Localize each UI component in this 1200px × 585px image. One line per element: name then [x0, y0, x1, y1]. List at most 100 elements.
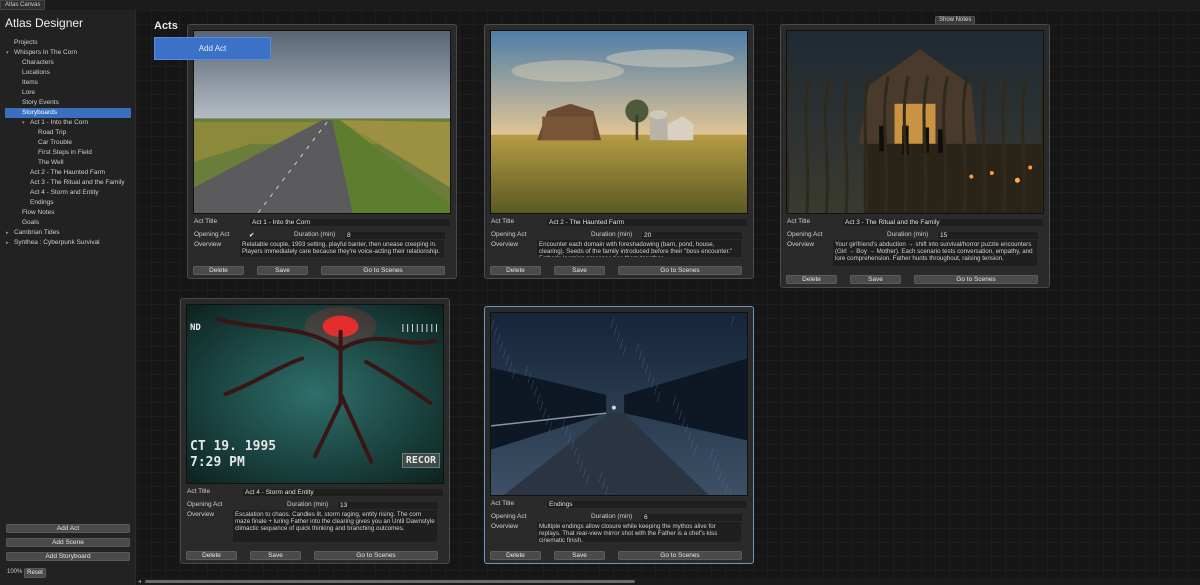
tree-item[interactable]: First Steps in Field [0, 148, 136, 158]
tree-item-label: Synthea : Cyberpunk Survival [14, 239, 100, 246]
go-to-scenes-button[interactable]: Go to Scenes [314, 551, 438, 560]
act-card[interactable]: Act Title Act 2 - The Haunted Farm Openi… [484, 24, 754, 279]
act-title-label: Act Title [194, 218, 218, 225]
duration-label: Duration (min) [294, 231, 336, 238]
overview-label: Overview [787, 241, 815, 248]
save-button[interactable]: Save [554, 551, 605, 560]
vhs-label-left: ND [190, 323, 201, 333]
tree-item[interactable]: Characters [0, 58, 136, 68]
act-title-input[interactable]: Endings [546, 500, 748, 509]
act-card[interactable]: Act Title Endings Opening Act Duration (… [484, 306, 754, 564]
tree-item[interactable]: ▸ Cambrian Tides [0, 228, 136, 238]
app-title: Atlas Designer [5, 16, 84, 30]
delete-button[interactable]: Delete [786, 275, 837, 284]
duration-label: Duration (min) [591, 513, 633, 520]
tree-item[interactable]: ▾ Act 1 - Into the Corn [0, 118, 136, 128]
act-card[interactable]: Act Title Act 3 - The Ritual and the Fam… [780, 24, 1050, 288]
zoom-level: 100% [7, 569, 23, 575]
tree-item[interactable]: Locations [0, 68, 136, 78]
overview-textarea[interactable]: Escalation to chaos. Candles lit, storm … [232, 509, 438, 543]
save-button[interactable]: Save [250, 551, 301, 560]
go-to-scenes-button[interactable]: Go to Scenes [618, 266, 742, 275]
tree-item[interactable]: Road Trip [0, 128, 136, 138]
act-title-label: Act Title [491, 218, 515, 225]
act-card[interactable]: Act Title Act 1 - Into the Corn Opening … [187, 24, 457, 279]
tree-item-label: Road Trip [38, 129, 67, 136]
window-tab[interactable]: Atlas Canvas [0, 0, 46, 10]
overview-textarea[interactable]: Encounter each domain with foreshadowing… [536, 239, 742, 258]
chevron-down-icon[interactable]: ▾ [22, 118, 25, 128]
acts-heading: Acts [154, 20, 178, 32]
act-title-input[interactable]: Act 2 - The Haunted Farm [546, 218, 748, 227]
tree-item-label: Car Trouble [38, 139, 72, 146]
overview-label: Overview [194, 241, 222, 248]
delete-button[interactable]: Delete [490, 266, 541, 275]
tree-item[interactable]: Goals [0, 218, 136, 228]
tree-item[interactable]: Act 3 - The Ritual and the Family [0, 178, 136, 188]
add-storyboard-button[interactable]: Add Storyboard [6, 552, 130, 561]
canvas-add-act-button[interactable]: Add Act [154, 37, 271, 60]
vhs-time: 7:29 PM [190, 455, 245, 470]
sidebar: Atlas Designer Projects ▾ Whispers In The … [0, 10, 136, 585]
tree-item-label: Act 1 - Into the Corn [30, 119, 89, 126]
delete-button[interactable]: Delete [186, 551, 237, 560]
save-button[interactable]: Save [257, 266, 308, 275]
act-title-label: Act Title [491, 500, 515, 507]
scrollbar-thumb[interactable] [145, 580, 635, 583]
tree-item-label: Goals [22, 219, 39, 226]
save-button[interactable]: Save [554, 266, 605, 275]
horizontal-scrollbar[interactable]: ◂ [137, 578, 1200, 585]
chevron-down-icon[interactable]: ▾ [6, 48, 9, 58]
delete-button[interactable]: Delete [193, 266, 244, 275]
opening-act-label: Opening Act [187, 501, 223, 508]
tree-item[interactable]: Story Events [0, 98, 136, 108]
opening-act-label: Opening Act [194, 231, 230, 238]
chevron-right-icon[interactable]: ▸ [6, 228, 9, 238]
tree-item[interactable]: Car Trouble [0, 138, 136, 148]
window-titlebar: Atlas Canvas [0, 0, 1200, 10]
zoom-reset-button[interactable]: Reset [24, 568, 46, 578]
vhs-label-right: |||||||| [400, 323, 439, 332]
tree-item[interactable]: Endings [0, 198, 136, 208]
tree-item-label: Act 2 - The Haunted Farm [30, 169, 106, 176]
act-card[interactable]: ND |||||||| CT 19. 1995 7:29 PM RECOR Act Ti… [180, 298, 450, 564]
overview-textarea[interactable]: Relatable couple, 1993 setting, playful … [239, 239, 445, 258]
go-to-scenes-button[interactable]: Go to Scenes [321, 266, 445, 275]
delete-button[interactable]: Delete [490, 551, 541, 560]
tree-item-label: Cambrian Tides [14, 229, 60, 236]
go-to-scenes-button[interactable]: Go to Scenes [914, 275, 1038, 284]
go-to-scenes-button[interactable]: Go to Scenes [618, 551, 742, 560]
act-image [490, 30, 748, 214]
tree-item[interactable]: Flow Notes [0, 208, 136, 218]
tree-item[interactable]: Act 2 - The Haunted Farm [0, 168, 136, 178]
act-title-input[interactable]: Act 3 - The Ritual and the Family [842, 218, 1044, 227]
scroll-left-arrow-icon[interactable]: ◂ [138, 578, 141, 585]
act-title-input[interactable]: Act 4 - Storm and Entity [242, 488, 444, 497]
act-image [490, 312, 748, 496]
opening-act-label: Opening Act [787, 231, 823, 238]
opening-act-checkbox[interactable]: ✔ [249, 231, 254, 239]
tree-item[interactable]: ▾ Whispers In The Corn [0, 48, 136, 58]
tree-item-label: Projects [14, 39, 38, 46]
tree-item[interactable]: Lore [0, 88, 136, 98]
tree-item[interactable]: Act 4 - Storm and Entity [0, 188, 136, 198]
tree-item[interactable]: Projects [0, 38, 136, 48]
act-title-label: Act Title [187, 488, 211, 495]
tree-item[interactable]: The Well [0, 158, 136, 168]
tree-item[interactable]: Storyboards [5, 108, 131, 118]
act-title-label: Act Title [787, 218, 811, 225]
overview-textarea[interactable]: Multiple endings allow closure while kee… [536, 521, 742, 543]
act-title-input[interactable]: Act 1 - Into the Corn [249, 218, 451, 227]
tree-item[interactable]: Items [0, 78, 136, 88]
tree-item-label: Act 4 - Storm and Entity [30, 189, 99, 196]
opening-act-label: Opening Act [491, 231, 527, 238]
chevron-right-icon[interactable]: ▸ [6, 238, 9, 248]
save-button[interactable]: Save [850, 275, 901, 284]
add-scene-button[interactable]: Add Scene [6, 538, 130, 547]
tree-item[interactable]: ▸ Synthea : Cyberpunk Survival [0, 238, 136, 248]
tree-item-label: The Well [38, 159, 64, 166]
add-act-button[interactable]: Add Act [6, 524, 130, 533]
overview-label: Overview [491, 523, 519, 530]
overview-textarea[interactable]: Your girlfriend's abduction → shift into… [832, 239, 1038, 267]
act-image: ND |||||||| CT 19. 1995 7:29 PM RECOR [186, 304, 444, 484]
